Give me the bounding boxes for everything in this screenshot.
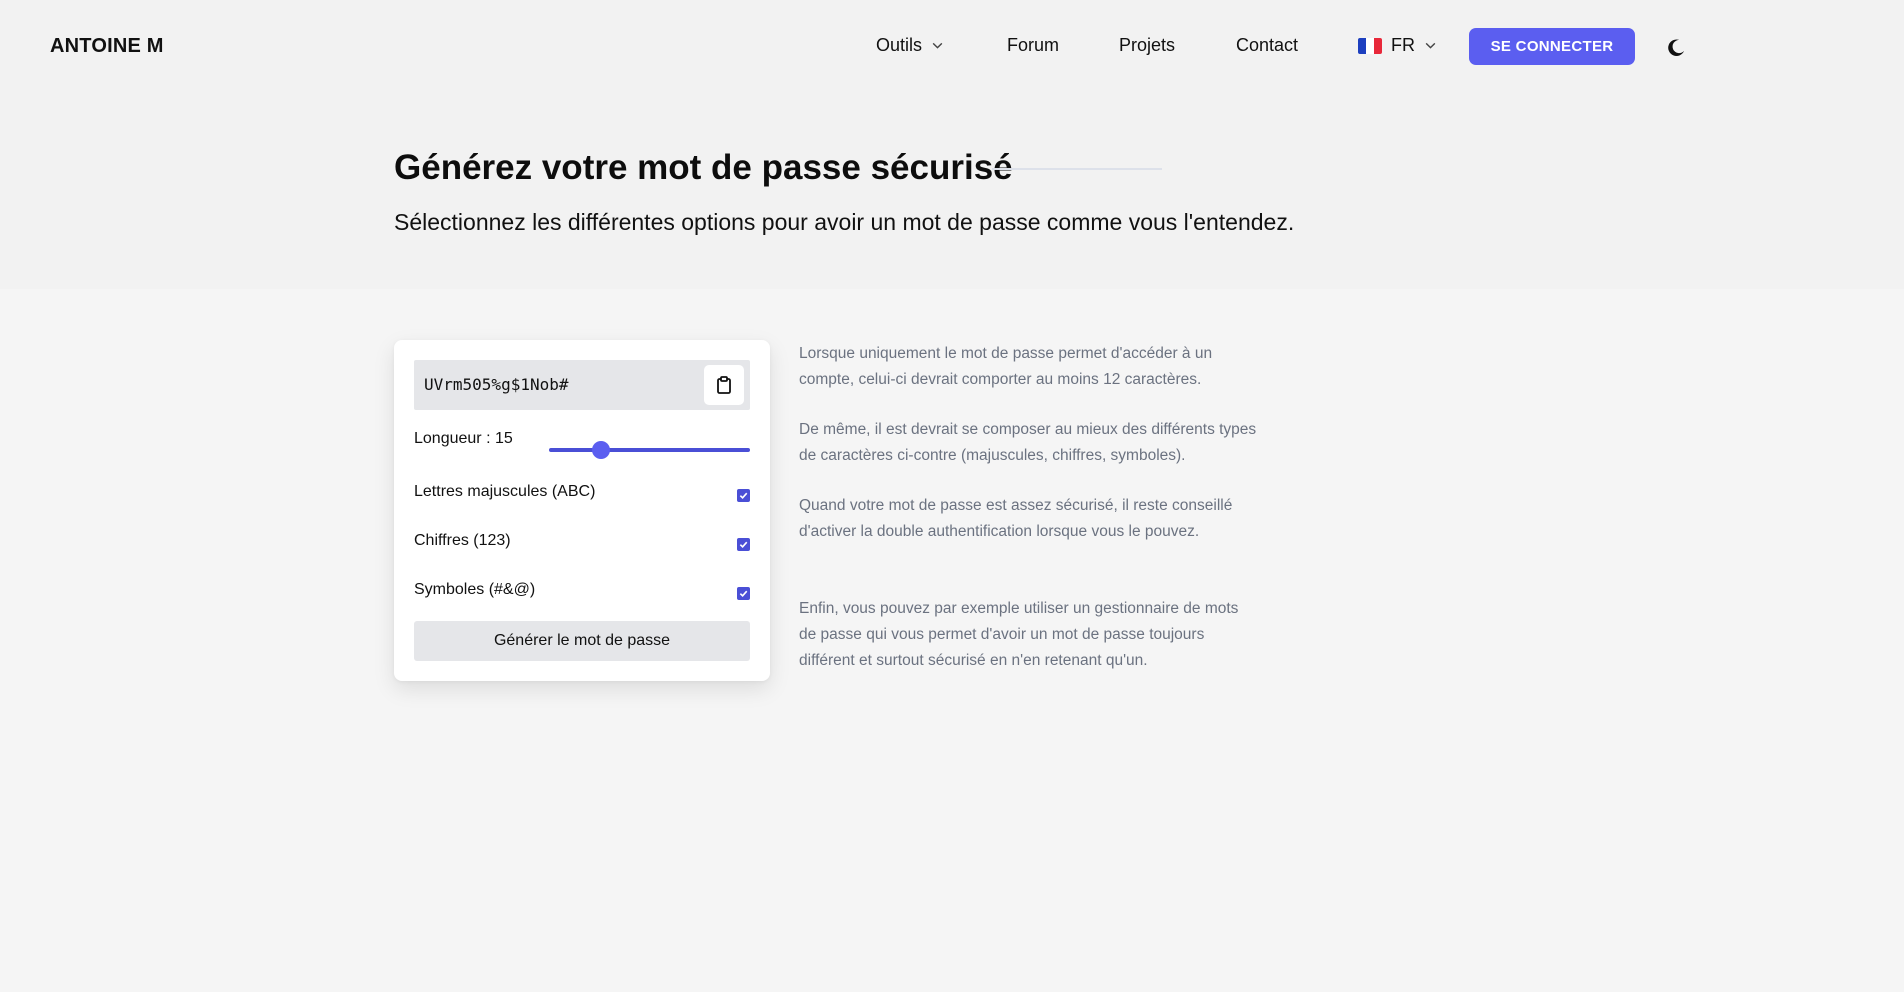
chevron-down-icon	[932, 42, 943, 49]
advice-paragraph: Enfin, vous pouvez par exemple utiliser …	[799, 600, 1239, 669]
page-subtitle: Sélectionnez les différentes options pou…	[394, 209, 1295, 235]
nav-forum-label: Forum	[1007, 35, 1060, 55]
nav-projects-label: Projets	[1119, 35, 1176, 55]
generate-password-button[interactable]: Générer le mot de passe	[414, 621, 750, 661]
check-icon	[739, 590, 748, 597]
flag-stripe-white	[1366, 37, 1374, 54]
language-label: FR	[1391, 35, 1415, 55]
advice-paragraph: Lorsque uniquement le mot de passe perme…	[799, 345, 1213, 388]
option-digits[interactable]: Chiffres (123)	[414, 529, 750, 553]
digits-checkbox[interactable]	[737, 537, 750, 551]
option-symbols[interactable]: Symboles (#&@)	[414, 578, 750, 602]
slider-track[interactable]	[549, 448, 750, 452]
site-header: ANTOINE M Outils Forum Projets Contact F…	[0, 0, 1904, 94]
option-digits-label: Chiffres (123)	[414, 532, 511, 549]
advice-paragraph: Quand votre mot de passe est assez sécur…	[799, 497, 1233, 540]
option-symbols-label: Symboles (#&@)	[414, 581, 536, 598]
copy-password-button[interactable]	[704, 365, 744, 405]
nav-tools-label: Outils	[876, 35, 923, 55]
nav-contact-link[interactable]: Contact	[1236, 35, 1298, 56]
moon-icon[interactable]	[1665, 37, 1687, 59]
french-flag-icon	[1358, 37, 1382, 54]
option-uppercase[interactable]: Lettres majuscules (ABC)	[414, 480, 750, 504]
advice-paragraph: De même, il est devrait se composer au m…	[799, 421, 1257, 464]
password-value[interactable]: UVrm505%g$1Nob#	[424, 375, 569, 394]
nav-contact-label: Contact	[1236, 35, 1299, 55]
slider-thumb[interactable]	[592, 441, 611, 459]
option-uppercase-label: Lettres majuscules (ABC)	[414, 483, 596, 500]
nav-tools-dropdown[interactable]: Outils	[876, 35, 944, 56]
language-selector[interactable]: FR	[1358, 35, 1437, 56]
password-generator-card: UVrm505%g$1Nob# Longueur : 15 Lettres ma…	[394, 340, 770, 681]
page: ANTOINE M Outils Forum Projets Contact F…	[0, 0, 1904, 992]
password-output[interactable]: UVrm505%g$1Nob#	[414, 360, 750, 410]
uppercase-checkbox[interactable]	[737, 488, 750, 502]
page-title: Générez votre mot de passe sécurisé	[394, 148, 1013, 187]
length-label: Longueur : 15	[414, 430, 513, 447]
nav-forum-link[interactable]: Forum	[1007, 35, 1059, 56]
flag-stripe-red	[1374, 37, 1382, 54]
title-divider	[992, 168, 1162, 170]
chevron-down-icon	[1425, 42, 1436, 49]
check-icon	[739, 541, 748, 548]
nav-projects-link[interactable]: Projets	[1119, 35, 1175, 56]
login-button[interactable]: SE CONNECTER	[1469, 28, 1635, 65]
length-slider[interactable]	[549, 441, 750, 459]
clipboard-icon	[717, 376, 731, 394]
symbols-checkbox[interactable]	[737, 586, 750, 600]
flag-stripe-blue	[1358, 37, 1366, 54]
check-icon	[739, 492, 748, 499]
